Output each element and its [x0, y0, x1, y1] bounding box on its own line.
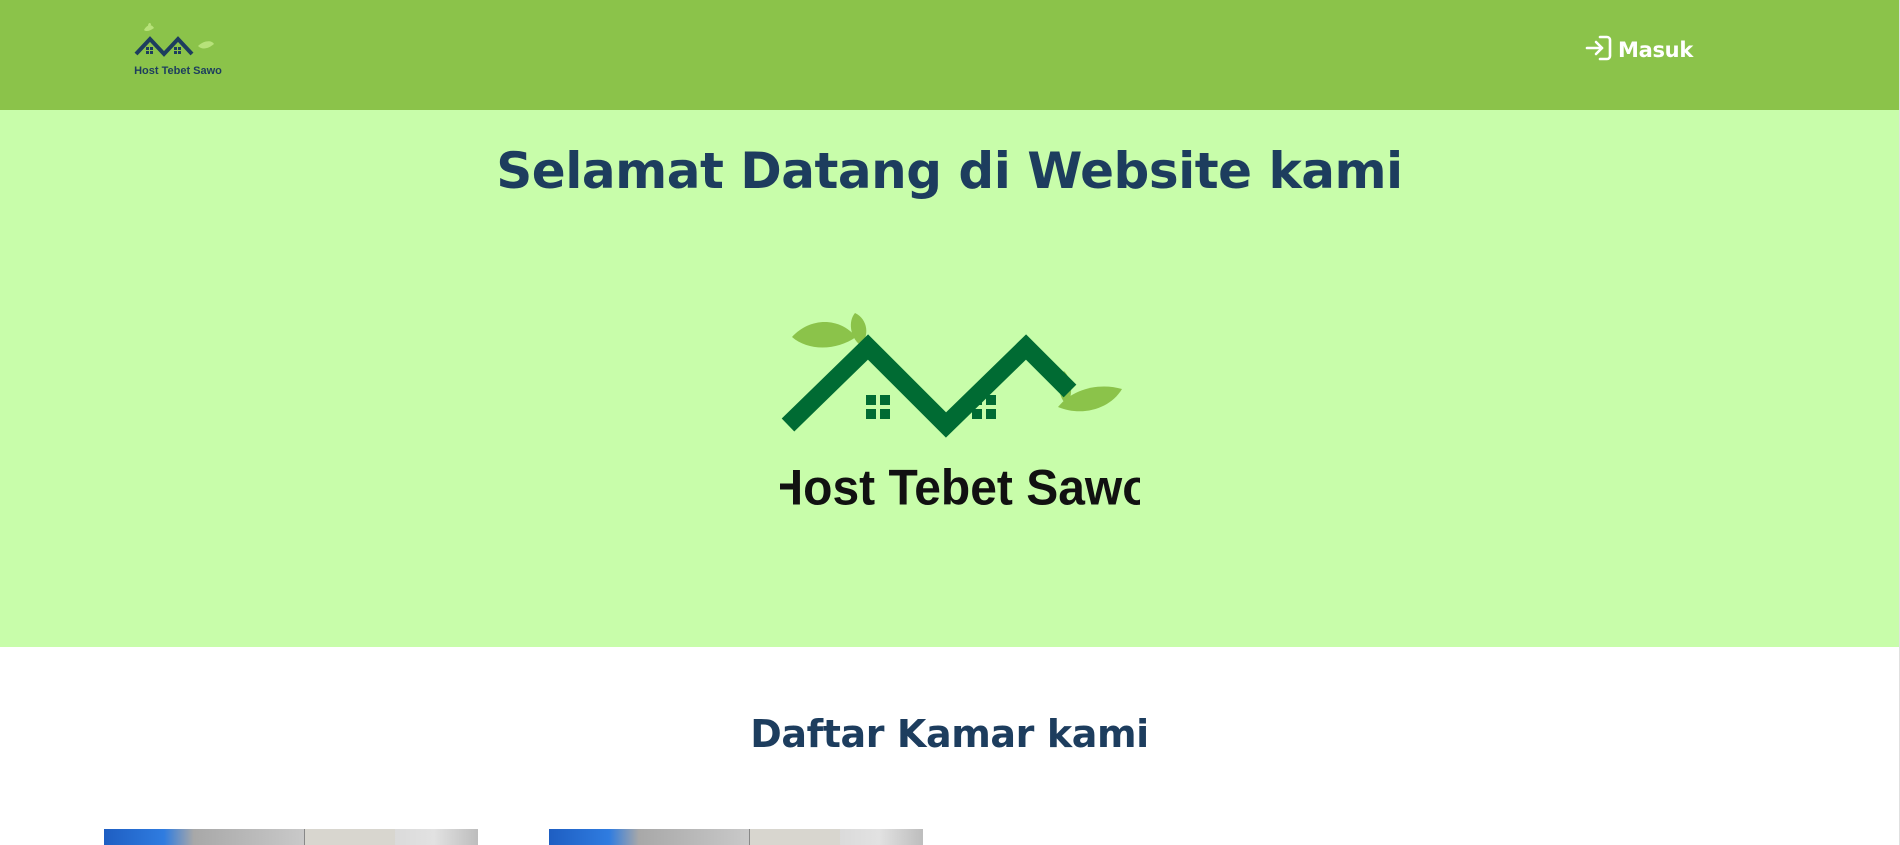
- hero-brand-logo: Host Tebet Sawo: [780, 313, 1140, 505]
- login-label: Masuk: [1618, 38, 1693, 62]
- rooms-section-title: Daftar Kamar kami: [750, 712, 1149, 756]
- svg-text:Host Tebet Sawo: Host Tebet Sawo: [134, 65, 222, 77]
- hero-section: Selamat Datang di Website kami Host Tebe…: [0, 110, 1899, 647]
- room-card[interactable]: [549, 829, 923, 845]
- room-photo: [304, 829, 395, 845]
- room-photo: [749, 829, 840, 845]
- login-arrow-icon: [1584, 33, 1614, 67]
- brand-logo[interactable]: Host Tebet Sawo: [132, 22, 224, 82]
- svg-text:Host Tebet Sawo: Host Tebet Sawo: [780, 459, 1140, 505]
- login-link[interactable]: Masuk: [1584, 34, 1693, 66]
- navbar: Host Tebet Sawo Masuk: [0, 0, 1899, 110]
- hero-title: Selamat Datang di Website kami: [496, 142, 1403, 200]
- room-card[interactable]: [104, 829, 478, 845]
